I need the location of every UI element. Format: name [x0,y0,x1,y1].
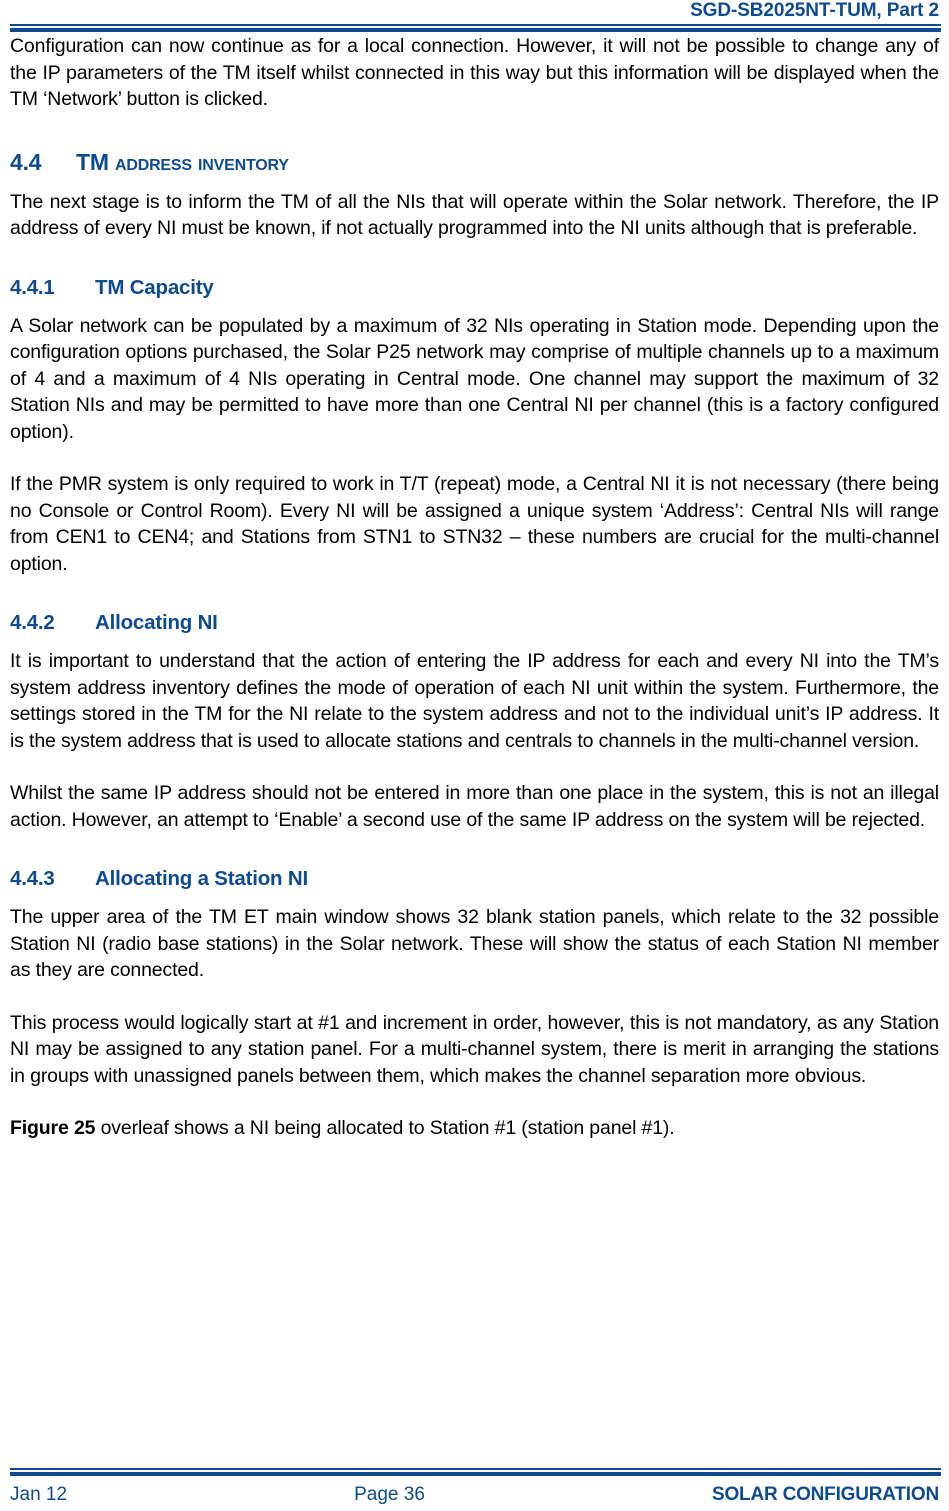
section-4-4-paragraph: The next stage is to inform the TM of al… [10,190,939,240]
footer-row: Jan 12 Page 36 SOLAR CONFIGURATION [10,1483,941,1507]
heading-section-4-4-title-rest: Address Inventory [115,148,289,175]
section-4-4-2-paragraph-1: It is important to understand that the a… [10,650,939,752]
footer-rule-thick [10,1472,941,1476]
heading-section-4-4-title-lead: TM [76,148,109,175]
figure-reference-text: overleaf shows a NI being allocated to S… [95,1117,675,1139]
document-page: SGD-SB2025NT-TUM, Part 2 Configuration c… [0,0,949,1511]
footer-page-number: Page 36 [354,1484,425,1505]
figure-reference-line: Figure 25 overleaf shows a NI being allo… [10,1115,939,1142]
section-4-4-2-paragraph-2: Whilst the same IP address should not be… [10,782,939,831]
heading-section-4-4-title: TM Address Inventory [76,149,289,175]
header-rule-thick [10,28,941,32]
page-footer: Jan 12 Page 36 SOLAR CONFIGURATION [0,1468,949,1507]
heading-section-4-4-number: 4.4 [10,148,42,175]
section-4-4-3-paragraph-2: This process would logically start at #1… [10,1011,939,1087]
document-title: SGD-SB2025NT-TUM, Part 2 [690,0,939,21]
heading-section-4-4-2-title: Allocating NI [95,611,218,634]
heading-section-4-4-3: 4.4.3 Allocating a Station NI [10,867,939,891]
section-4-4-3-paragraph-1: The upper area of the TM ET main window … [10,906,939,981]
section-4-4-1-paragraph-1: A Solar network can be populated by a ma… [10,314,939,443]
heading-section-4-4-1-title: TM Capacity [95,275,214,299]
page-header: SGD-SB2025NT-TUM, Part 2 [0,0,949,32]
heading-section-4-4-3-number: 4.4.3 [10,867,55,890]
page-content: Configuration can now continue as for a … [10,33,939,1142]
intro-paragraph: Configuration can now continue as for a … [10,35,939,110]
heading-section-4-4-1-number: 4.4.1 [10,275,55,299]
heading-section-4-4-2-number: 4.4.2 [10,611,55,634]
heading-section-4-4: 4.4 TM Address Inventory [10,149,939,175]
heading-section-4-4-1: 4.4.1 TM Capacity [10,276,939,300]
footer-section-name: SOLAR CONFIGURATION [711,1484,939,1505]
heading-section-4-4-2: 4.4.2 Allocating NI [10,611,939,635]
figure-reference-label: Figure 25 [10,1117,96,1139]
heading-section-4-4-3-title: Allocating a Station NI [95,867,308,890]
footer-date: Jan 12 [10,1484,68,1505]
section-4-4-1-paragraph-2: If the PMR system is only required to wo… [10,473,939,575]
